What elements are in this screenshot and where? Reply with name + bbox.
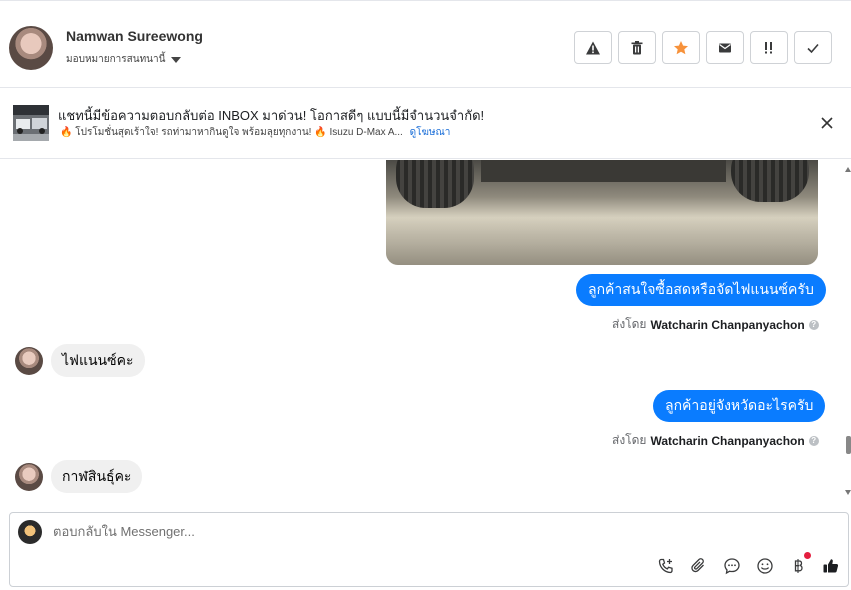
ad-subtitle: 🔥 โปรโมชั่นสุดเร้าใจ! รถท่ามาหากินดูใจ พ…	[60, 125, 450, 140]
sent-by-prefix: ส่งโดย	[612, 433, 647, 447]
sent-by-prefix: ส่งโดย	[612, 317, 647, 331]
incoming-message[interactable]: กาฬสินธุ์คะ	[51, 460, 143, 493]
page-avatar	[18, 520, 42, 544]
call-add-icon	[658, 558, 673, 574]
caret-down-icon	[171, 56, 182, 63]
emoji-button[interactable]	[755, 556, 775, 576]
contact-avatar-small[interactable]	[15, 463, 43, 491]
like-button[interactable]	[821, 556, 841, 576]
sent-by-line: ส่งโดย Watcharin Chanpanyachon ?	[612, 431, 819, 450]
star-button[interactable]	[662, 31, 700, 64]
incoming-message[interactable]: ไฟแนนซ์คะ	[51, 344, 145, 377]
image-attachment[interactable]	[386, 160, 818, 265]
ad-thumbnail[interactable]	[13, 105, 49, 141]
sender-name: Watcharin Chanpanyachon	[650, 317, 805, 332]
call-button[interactable]	[656, 556, 676, 576]
mark-spam-button[interactable]	[574, 31, 612, 64]
scroll-up-icon[interactable]	[845, 167, 851, 172]
scroll-thumb[interactable]	[846, 436, 851, 454]
close-icon[interactable]	[818, 114, 836, 132]
scroll-down-icon[interactable]	[845, 490, 851, 495]
reply-input[interactable]	[53, 524, 753, 539]
mark-unread-button[interactable]	[706, 31, 744, 64]
trash-icon	[631, 40, 643, 54]
chat-bubble-icon	[724, 558, 740, 575]
star-icon	[674, 40, 688, 54]
check-icon	[807, 43, 819, 53]
composer-tools	[656, 552, 841, 576]
thumbs-up-icon	[823, 559, 839, 573]
contact-avatar-small[interactable]	[15, 347, 43, 375]
sent-by-line: ส่งโดย Watcharin Chanpanyachon ?	[612, 315, 819, 334]
mark-done-button[interactable]	[794, 31, 832, 64]
assign-conversation-dropdown[interactable]: มอบหมายการสนทนานี้	[66, 52, 182, 67]
contact-avatar[interactable]	[9, 26, 53, 70]
notification-dot	[804, 552, 811, 559]
contact-name[interactable]: Namwan Sureewong	[66, 28, 203, 44]
help-icon[interactable]: ?	[808, 319, 819, 330]
payment-button[interactable]	[788, 552, 811, 576]
assign-label: มอบหมายการสนทนานี้	[66, 54, 166, 65]
delete-button[interactable]	[618, 31, 656, 64]
baht-icon	[794, 559, 803, 573]
ad-title: แชทนี้มีข้อความตอบกลับต่อ INBOX มาด่วน! …	[58, 108, 485, 123]
saved-replies-button[interactable]	[722, 556, 742, 576]
follow-up-button[interactable]	[750, 31, 788, 64]
view-ad-link[interactable]: ดูโฆษณา	[410, 127, 451, 138]
attach-button[interactable]	[689, 556, 709, 576]
outgoing-message[interactable]: ลูกค้าสนใจซื้อสดหรือจัดไฟแนนซ์ครับ	[576, 274, 826, 306]
warning-icon	[586, 41, 600, 54]
help-icon[interactable]: ?	[808, 435, 819, 446]
mail-icon	[719, 43, 731, 52]
important-icon	[765, 41, 772, 53]
scrollbar[interactable]	[843, 160, 851, 510]
header-actions	[574, 31, 832, 64]
ad-subtitle-text: 🔥 โปรโมชั่นสุดเร้าใจ! รถท่ามาหากินดูใจ พ…	[60, 127, 403, 138]
attachment-icon	[691, 558, 704, 573]
sender-name: Watcharin Chanpanyachon	[650, 433, 805, 448]
outgoing-message[interactable]: ลูกค้าอยู่จังหวัดอะไรครับ	[653, 390, 826, 422]
emoji-icon	[757, 558, 773, 574]
